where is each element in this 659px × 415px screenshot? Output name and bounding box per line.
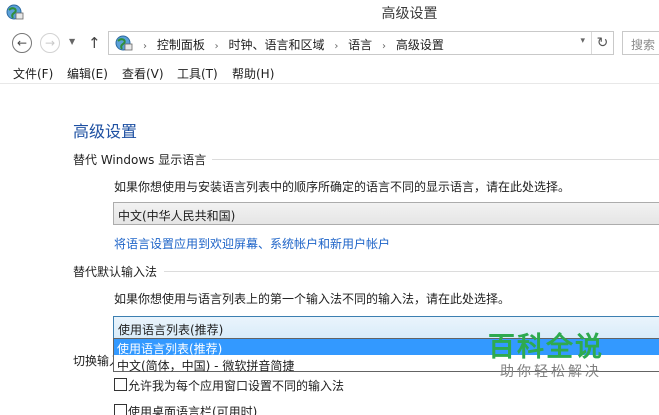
navigation-bar: ← → ▼ ↑ › 控制面板 › 时钟、语言和区域 › 语言 › 高级设置 ▾ … (0, 28, 659, 58)
watermark-subtitle: 助你轻松解决 (500, 364, 602, 380)
breadcrumb: › 控制面板 › 时钟、语言和区域 › 语言 › 高级设置 (137, 36, 444, 53)
address-bar[interactable]: › 控制面板 › 时钟、语言和区域 › 语言 › 高级设置 ▾ ↻ (108, 31, 614, 55)
section-divider (212, 159, 659, 160)
display-language-select[interactable]: 中文(中华人民共和国) (113, 202, 659, 225)
forward-button[interactable]: → (40, 33, 60, 53)
per-app-input-method-checkbox[interactable] (114, 378, 127, 391)
input-method-description: 如果你想使用与语言列表上的第一个输入法不同的输入法，请在此处选择。 (114, 292, 511, 306)
window-title: 高级设置 (381, 6, 438, 22)
watermark-title: 百科全说 (488, 332, 604, 363)
display-language-description: 如果你想使用与安装语言列表中的顺序所确定的语言不同的显示语言，请在此处选择。 (114, 180, 571, 194)
per-app-input-method-label: 允许我为每个应用窗口设置不同的输入法 (128, 379, 345, 393)
watermark-logo: 百科全说 助你轻松解决 (472, 323, 632, 385)
breadcrumb-separator: › (143, 41, 147, 52)
desktop-language-bar-checkbox[interactable] (114, 404, 127, 415)
breadcrumb-item-clock-language-region[interactable]: 时钟、语言和区域 (229, 38, 325, 52)
menu-tools[interactable]: 工具(T) (177, 65, 218, 82)
recent-locations-button[interactable]: ▼ (69, 37, 75, 46)
search-input[interactable]: 搜索 (622, 31, 659, 55)
breadcrumb-item-advanced-settings[interactable]: 高级设置 (396, 38, 444, 52)
forward-arrow-icon: → (44, 36, 56, 50)
title-bar: 高级设置 (0, 0, 659, 24)
menu-file[interactable]: 文件(F) (13, 65, 53, 82)
desktop-language-bar-label: 使用桌面语言栏(可用时) (128, 405, 258, 415)
address-dropdown-button[interactable]: ▾ (580, 36, 585, 46)
chevron-down-icon: ▾ (580, 36, 585, 46)
main-content: 高级设置 替代 Windows 显示语言 如果你想使用与安装语言列表中的顺序所确… (0, 85, 659, 415)
breadcrumb-separator[interactable]: › (215, 41, 219, 52)
breadcrumb-separator[interactable]: › (334, 41, 338, 52)
page-title: 高级设置 (73, 122, 138, 141)
breadcrumb-separator[interactable]: › (382, 41, 386, 52)
back-arrow-icon: ← (16, 36, 28, 50)
menu-bar: 文件(F) 编辑(E) 查看(V) 工具(T) 帮助(H) (0, 62, 659, 84)
back-button[interactable]: ← (12, 33, 32, 53)
display-language-heading: 替代 Windows 显示语言 (73, 153, 207, 167)
section-divider (164, 271, 659, 272)
refresh-button[interactable]: ↻ (591, 32, 613, 54)
input-method-heading: 替代默认输入法 (73, 265, 158, 279)
control-panel-globe-icon (115, 35, 133, 51)
refresh-icon: ↻ (596, 35, 609, 51)
apply-language-settings-link[interactable]: 将语言设置应用到欢迎屏幕、系统帐户和新用户帐户 (114, 235, 390, 252)
chevron-down-icon: ▼ (69, 37, 76, 46)
up-arrow-icon: ↑ (88, 34, 101, 52)
menu-view[interactable]: 查看(V) (122, 65, 164, 82)
breadcrumb-item-control-panel[interactable]: 控制面板 (157, 38, 205, 52)
menu-edit[interactable]: 编辑(E) (67, 65, 108, 82)
menu-help[interactable]: 帮助(H) (232, 65, 274, 82)
up-button[interactable]: ↑ (88, 34, 101, 52)
breadcrumb-item-language[interactable]: 语言 (348, 38, 372, 52)
